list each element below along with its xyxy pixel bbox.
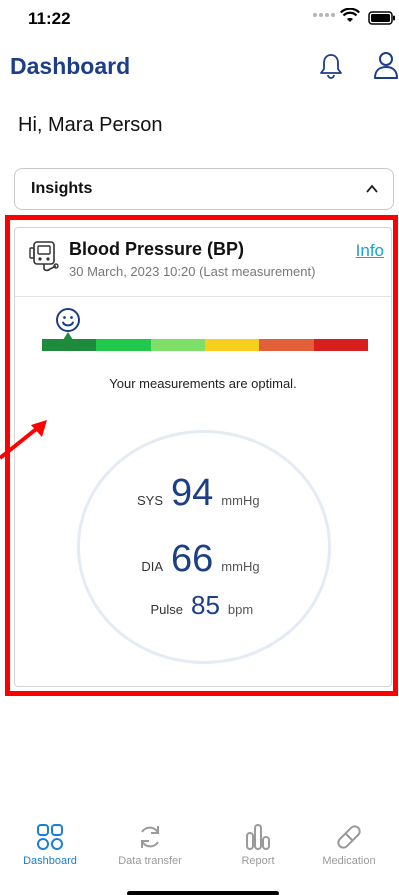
user-icon[interactable] <box>372 50 399 80</box>
tab-label: Report <box>241 855 275 867</box>
greeting-text: Hi, Mara Person <box>18 114 163 136</box>
chevron-up-icon <box>366 184 378 193</box>
annotation-arrow-icon <box>0 420 47 460</box>
insights-label: Insights <box>31 180 93 197</box>
tab-dashboard[interactable]: Dashboard <box>0 813 100 873</box>
home-indicator <box>127 891 279 895</box>
page-title: Dashboard <box>10 53 131 79</box>
tab-report[interactable]: Report <box>208 813 308 873</box>
dashboard-icon <box>37 824 63 850</box>
tab-label: Medication <box>322 855 376 867</box>
highlight-box <box>5 215 398 696</box>
bell-icon[interactable] <box>318 52 344 80</box>
insights-toggle[interactable]: Insights <box>14 168 394 210</box>
bottom-tab-bar: Dashboard Data transfer Report Medicatio… <box>0 813 399 895</box>
battery-icon <box>368 11 395 25</box>
pill-icon <box>337 825 361 849</box>
wifi-icon <box>340 8 360 22</box>
tab-medication[interactable]: Medication <box>299 813 399 873</box>
app-header: Dashboard <box>0 44 399 90</box>
tab-label: Data transfer <box>118 855 182 867</box>
signal-icon <box>313 13 335 17</box>
tab-data-transfer[interactable]: Data transfer <box>100 813 200 873</box>
status-time: 11:22 <box>28 9 71 28</box>
sync-icon <box>141 826 159 848</box>
report-icon <box>246 824 270 850</box>
tab-label: Dashboard <box>23 855 77 867</box>
status-bar: 11:22 <box>0 0 399 36</box>
